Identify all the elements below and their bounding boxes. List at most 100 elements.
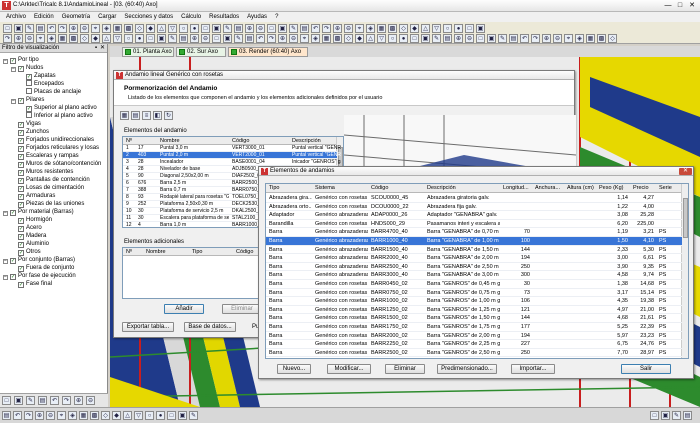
status-tool-icon[interactable]: ▤ <box>2 411 11 420</box>
toolbar-tool-icon[interactable]: ⊕ <box>14 34 23 43</box>
status-tool-icon[interactable]: ✎ <box>672 411 681 420</box>
toolbar-tool-icon[interactable]: ▤ <box>300 24 309 33</box>
table-row[interactable]: 2 403 Puntal 2,0 m VERT2000_01 Puntal vertic… <box>123 152 341 159</box>
expand-icon[interactable]: − <box>11 67 16 72</box>
toolbar-tool-icon[interactable]: ⌖ <box>91 24 100 33</box>
toolbar-tool-icon[interactable]: ◇ <box>135 24 144 33</box>
toolbar-tool-icon[interactable]: ✎ <box>223 24 232 33</box>
table-row[interactable]: Barra Genérico con rosetas BARR0750_02 Barr… <box>266 289 682 298</box>
toolbar-tool-icon[interactable]: ✎ <box>25 24 34 33</box>
toolbar-tool-icon[interactable]: ◇ <box>399 24 408 33</box>
toolbar-tool-icon[interactable]: ▤ <box>179 34 188 43</box>
toolbar-tool-icon[interactable]: ↷ <box>267 34 276 43</box>
table-row[interactable]: Barra Genérico con rosetas BARR1000_02 Barr… <box>266 297 682 306</box>
toolbar-tool-icon[interactable]: ⊕ <box>190 34 199 43</box>
menu-edicion[interactable]: Edición <box>34 14 54 20</box>
column-header[interactable]: Sistema <box>314 184 368 193</box>
toolbar-tool-icon[interactable]: ◆ <box>410 24 419 33</box>
status-tool-icon[interactable]: ▽ <box>134 411 143 420</box>
filter-tree-item[interactable]: ✓ Zunchos <box>11 128 49 136</box>
menu-geometria[interactable]: Geometría <box>62 14 90 20</box>
toolbar-tool-icon[interactable]: ◈ <box>47 34 56 43</box>
table-view-icon[interactable]: ▦ <box>120 111 129 120</box>
status-tool-icon[interactable]: ↶ <box>13 411 22 420</box>
filter-tree-item[interactable]: − ✓ Pilares <box>11 96 44 104</box>
toolbar-tool-icon[interactable]: ● <box>135 34 144 43</box>
status-tool-icon[interactable]: ◇ <box>101 411 110 420</box>
column-header[interactable]: Altura (cm) <box>566 184 596 193</box>
status-tool-icon[interactable]: △ <box>123 411 132 420</box>
toolbar-tool-icon[interactable]: ▣ <box>421 34 430 43</box>
filter-tree-item[interactable]: − ✓ Por fase de ejecución <box>3 272 76 280</box>
toolbar-tool-icon[interactable]: ▽ <box>377 34 386 43</box>
toolbar-tool-icon[interactable]: ▽ <box>432 24 441 33</box>
menu-cargar[interactable]: Cargar <box>98 14 116 20</box>
toolbar-tool-icon[interactable]: ▩ <box>597 34 606 43</box>
toolbar-tool-icon[interactable]: ▤ <box>36 24 45 33</box>
filter-tree-item[interactable]: Placas de anclaje <box>19 88 81 96</box>
table-row[interactable]: 3 28 Incealador BASE0001_04 Inicador "GENROS… <box>123 159 341 166</box>
toolbar-tool-icon[interactable]: ✎ <box>168 34 177 43</box>
table-row[interactable]: Barra Genérico abrazaderas BARR3000_40 Barr… <box>266 271 682 280</box>
close-dialog-button[interactable]: ✕ <box>679 168 692 175</box>
checkbox[interactable] <box>26 88 32 94</box>
database-button[interactable]: Base de datos... <box>184 322 236 332</box>
toolbar-tool-icon[interactable]: ◇ <box>608 34 617 43</box>
panel-tool-icon[interactable]: ✎ <box>26 396 35 405</box>
toolbar-tool-icon[interactable]: ◈ <box>575 34 584 43</box>
toolbar-tool-icon[interactable]: ○ <box>179 24 188 33</box>
tab-sur[interactable]: 02. Sur Axo <box>176 47 226 57</box>
filter-tree-item[interactable]: ✓ Pantallas de contención <box>11 176 90 184</box>
toolbar-tool-icon[interactable]: ⌖ <box>300 34 309 43</box>
toolbar-tool-icon[interactable]: ▤ <box>443 34 452 43</box>
delete-additional-button[interactable]: Eliminar <box>222 304 262 314</box>
status-tool-icon[interactable]: ⌖ <box>57 411 66 420</box>
filter-tree-item[interactable]: ✓ Superior al plano activo <box>19 104 97 112</box>
table-row[interactable]: Barandilla Genérico con rosetas HNDS000_29… <box>266 220 682 229</box>
filter-tree-item[interactable]: Encepados <box>19 80 64 88</box>
toolbar-tool-icon[interactable]: ○ <box>388 34 397 43</box>
toolbar-tool-icon[interactable]: ▤ <box>509 34 518 43</box>
checkbox[interactable]: ✓ <box>18 282 24 288</box>
column-header[interactable]: Código <box>370 184 424 193</box>
tab-planta[interactable]: 01. Planta Axo <box>122 47 174 57</box>
filter-tree-item[interactable]: − ✓ Por tipo <box>3 56 39 64</box>
expand-icon[interactable]: − <box>3 259 8 264</box>
new-button[interactable]: Nuevo... <box>277 364 311 374</box>
toolbar-tool-icon[interactable]: ⌖ <box>564 34 573 43</box>
toolbar-tool-icon[interactable]: □ <box>410 34 419 43</box>
toolbar-tool-icon[interactable]: ◆ <box>355 34 364 43</box>
toolbar-tool-icon[interactable]: ▦ <box>58 34 67 43</box>
toolbar-tool-icon[interactable]: ▩ <box>333 34 342 43</box>
filter-tree-item[interactable]: Inferior al plano activo <box>19 112 93 120</box>
table-row[interactable]: Barra Genérico con rosetas BARR1250_02 Barr… <box>266 306 682 315</box>
toolbar-tool-icon[interactable]: ○ <box>443 24 452 33</box>
toolbar-tool-icon[interactable]: ○ <box>124 34 133 43</box>
toolbar-tool-icon[interactable]: □ <box>267 24 276 33</box>
panel-tool-icon[interactable]: ↶ <box>50 396 59 405</box>
menu-calculo[interactable]: Cálculo <box>181 14 201 20</box>
import-button[interactable]: Importar... <box>511 364 555 374</box>
toolbar-tool-icon[interactable]: □ <box>3 24 12 33</box>
status-tool-icon[interactable]: ⊕ <box>35 411 44 420</box>
close-panel-icon[interactable]: ✕ <box>100 44 105 53</box>
filter-tree-item[interactable]: − ✓ Por material (Barras) <box>3 208 74 216</box>
filter-tree-item[interactable]: − ✓ Por conjunto (Barras) <box>3 256 75 264</box>
filter-tree-item[interactable]: ✓ Aluminio <box>11 240 49 248</box>
toolbar-tool-icon[interactable]: ↷ <box>3 34 12 43</box>
panel-tool-icon[interactable]: ▣ <box>14 396 23 405</box>
status-tool-icon[interactable]: ▣ <box>661 411 670 420</box>
table-row[interactable]: Abrazadera gira... Genérico con rosetas SC… <box>266 194 682 203</box>
toolbar-tool-icon[interactable]: ↶ <box>520 34 529 43</box>
status-tool-icon[interactable]: ○ <box>145 411 154 420</box>
minimize-button[interactable]: — <box>662 1 674 10</box>
toolbar-tool-icon[interactable]: ⊖ <box>25 34 34 43</box>
toolbar-tool-icon[interactable]: ↷ <box>58 24 67 33</box>
toolbar-tool-icon[interactable]: ▣ <box>487 34 496 43</box>
toolbar-tool-icon[interactable]: □ <box>465 24 474 33</box>
menu-secciones[interactable]: Secciones y datos <box>124 14 173 20</box>
scaffold-elements-table[interactable]: Tipo Sistema Código Descripción Longitud... A… <box>265 183 689 359</box>
status-tool-icon[interactable]: ● <box>156 411 165 420</box>
panel-tool-icon[interactable]: ↷ <box>62 396 71 405</box>
toolbar-tool-icon[interactable]: ⊕ <box>333 24 342 33</box>
